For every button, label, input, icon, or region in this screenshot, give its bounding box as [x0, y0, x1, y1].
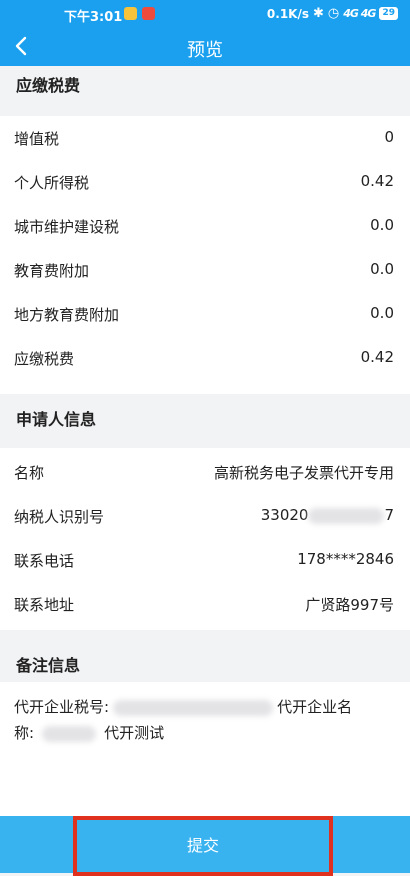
- applicant-row-address: 联系地址 广贤路997号: [0, 582, 410, 626]
- taxid-visible-end: 7: [384, 506, 394, 524]
- remarks-line-1: 代开企业税号: 代开企业名: [14, 694, 396, 720]
- tax-row-education: 教育费附加 0.0: [0, 248, 410, 292]
- applicant-card: 名称 高新税务电子发票代开专用 纳税人识别号 33020 7 联系电话 178**…: [0, 448, 410, 630]
- app-header: 预览: [0, 28, 410, 66]
- remarks-line-2: 称: 代开测试: [14, 720, 396, 746]
- battery-icon: 29: [379, 7, 398, 20]
- remarks-section-title: 备注信息: [16, 656, 81, 675]
- remarks-name-value: 代开测试: [104, 724, 165, 742]
- notification-app-icon: [124, 7, 137, 20]
- row-value: 广贤路997号: [305, 596, 394, 614]
- preview-content: 应缴税费 增值税 0 个人所得税 0.42 城市维护建设税 0.0 教育费附加 …: [0, 66, 410, 816]
- row-label: 联系地址: [14, 596, 75, 614]
- row-label: 纳税人识别号: [14, 508, 105, 526]
- applicant-row-phone: 联系电话 178****2846: [0, 538, 410, 582]
- tax-row-vat: 增值税 0: [0, 116, 410, 160]
- row-value: 0.0: [370, 216, 394, 234]
- submit-button[interactable]: 提交: [73, 816, 333, 876]
- bottom-action-bar: 提交: [0, 816, 410, 876]
- applicant-section-title: 申请人信息: [16, 410, 97, 429]
- taxid-value: 33020 7: [261, 506, 394, 524]
- redacted-block: [42, 725, 97, 742]
- remarks-name-label: 称:: [14, 724, 35, 742]
- tax-row-income: 个人所得税 0.42: [0, 160, 410, 204]
- alarm-icon: ◷: [327, 6, 340, 21]
- remarks-company-label: 代开企业名: [277, 698, 353, 716]
- calendar-notification-icon: [142, 7, 155, 20]
- bluetooth-icon: ✱: [313, 6, 324, 21]
- row-label: 名称: [14, 464, 45, 482]
- row-value: 0.0: [370, 304, 394, 322]
- remarks-tax-label: 代开企业税号:: [14, 698, 110, 716]
- row-label: 增值税: [14, 130, 60, 148]
- redacted-block: [113, 699, 274, 716]
- page-title: 预览: [187, 40, 223, 61]
- row-label: 教育费附加: [14, 262, 90, 280]
- network-speed: 0.1K/s: [266, 6, 310, 21]
- taxid-visible-start: 33020: [260, 506, 309, 524]
- row-value: 0.42: [360, 172, 394, 190]
- signal-icon: 4G 4G: [343, 7, 376, 20]
- row-label: 应缴税费: [14, 350, 75, 368]
- row-label: 联系电话: [14, 552, 75, 570]
- status-time: 下午3:01: [64, 10, 123, 25]
- row-label: 城市维护建设税: [14, 218, 120, 236]
- tax-row-local-education: 地方教育费附加 0.0: [0, 292, 410, 336]
- tax-row-urban: 城市维护建设税 0.0: [0, 204, 410, 248]
- tax-section-title: 应缴税费: [16, 76, 81, 95]
- applicant-row-name: 名称 高新税务电子发票代开专用: [0, 450, 410, 494]
- status-right: 0.1K/s ✱ ◷ 4G 4G 29: [267, 6, 398, 21]
- row-value: 178****2846: [297, 550, 394, 568]
- row-value: 0: [384, 128, 394, 146]
- status-bar: 下午3:01 0.1K/s ✱ ◷ 4G 4G 29: [0, 0, 410, 28]
- row-label: 地方教育费附加: [14, 306, 120, 324]
- redacted-block: [308, 507, 385, 524]
- row-value: 高新税务电子发票代开专用: [213, 464, 394, 482]
- row-value: 0.42: [360, 348, 394, 366]
- tax-row-total: 应缴税费 0.42: [0, 336, 410, 380]
- applicant-row-taxid: 纳税人识别号 33020 7: [0, 494, 410, 538]
- remarks-text: 代开企业税号: 代开企业名 称: 代开测试: [14, 694, 396, 746]
- row-label: 个人所得税: [14, 174, 90, 192]
- tax-card: 增值税 0 个人所得税 0.42 城市维护建设税 0.0 教育费附加 0.0 地…: [0, 116, 410, 394]
- row-value: 0.0: [370, 260, 394, 278]
